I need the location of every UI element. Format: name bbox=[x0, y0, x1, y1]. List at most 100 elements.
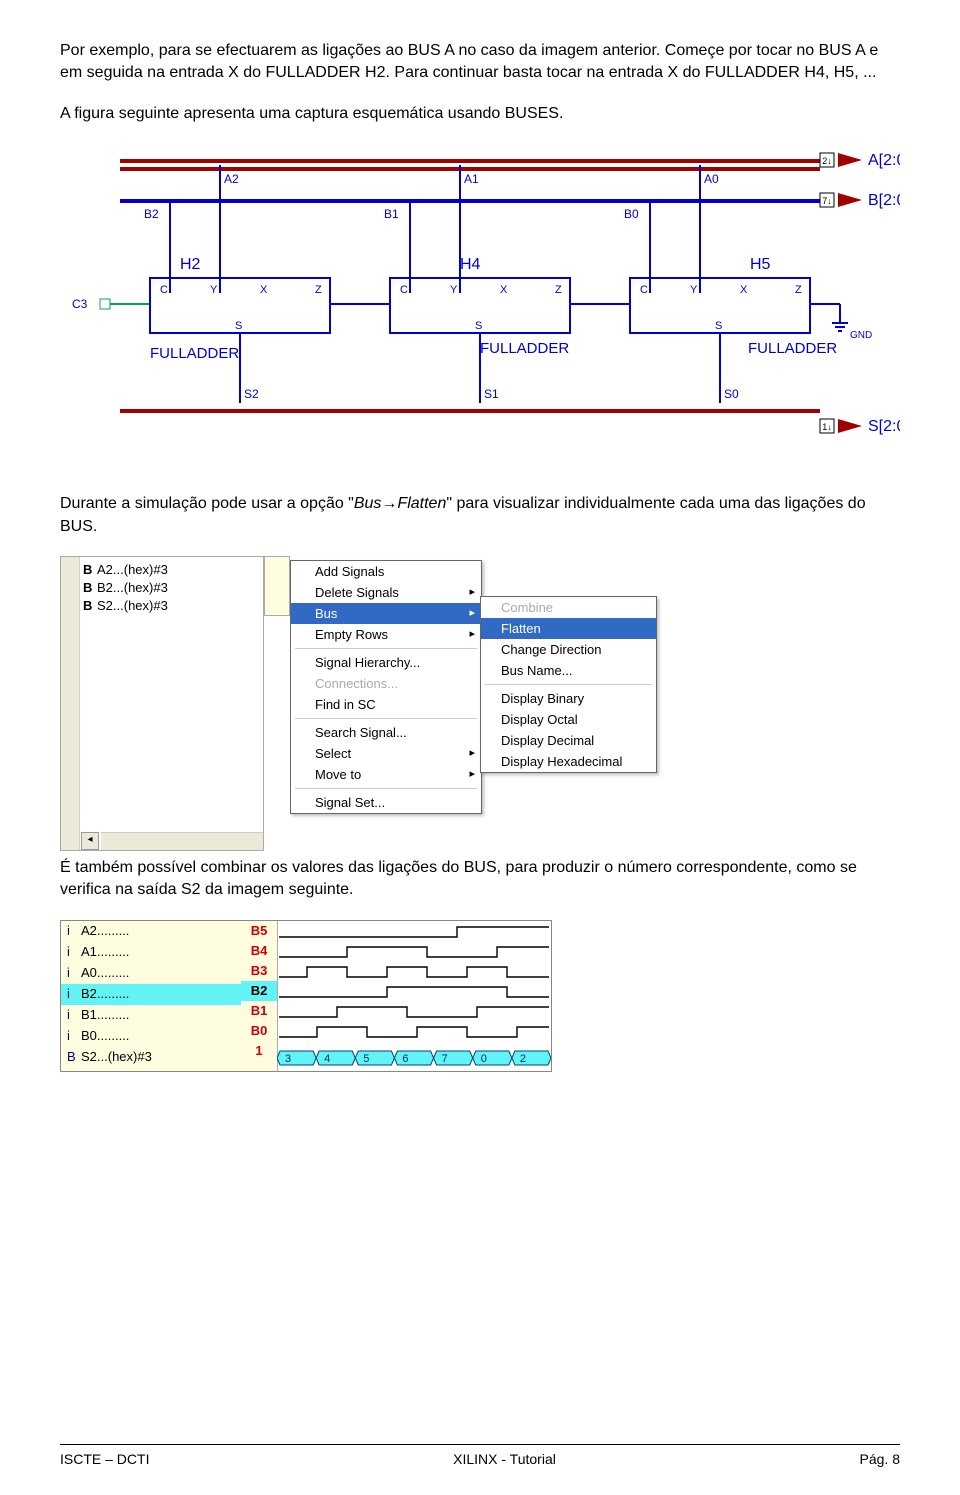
menu-item[interactable]: Delete Signals▸ bbox=[291, 582, 481, 603]
waveform-screenshot: iA2.........iA1.........iA0.........iB2.… bbox=[60, 920, 552, 1072]
signal-row[interactable]: BA2...(hex)#3 bbox=[83, 561, 259, 579]
svg-text:H5: H5 bbox=[750, 256, 771, 273]
wave-signal-row[interactable]: iB2......... bbox=[61, 984, 241, 1005]
submenu-item: Combine bbox=[481, 597, 656, 618]
menu-item[interactable]: Search Signal... bbox=[291, 722, 481, 743]
svg-text:S0: S0 bbox=[724, 387, 739, 401]
footer-right: Pág. 8 bbox=[860, 1451, 900, 1467]
wave-value-cell: B2 bbox=[241, 981, 277, 1001]
submenu-item[interactable]: Flatten bbox=[481, 618, 656, 639]
svg-text:4: 4 bbox=[324, 1053, 330, 1065]
context-menu-2[interactable]: CombineFlattenChange DirectionBus Name..… bbox=[480, 596, 657, 773]
wave-signal-row[interactable]: iA0......... bbox=[61, 963, 241, 984]
wave-signal-row[interactable]: iA1......... bbox=[61, 942, 241, 963]
wave-signal-row[interactable]: iB0......... bbox=[61, 1026, 241, 1047]
bus-b-label: B[2:0] bbox=[868, 192, 900, 209]
svg-text:B0: B0 bbox=[624, 207, 639, 221]
paragraph-4: É também possível combinar os valores da… bbox=[60, 857, 900, 902]
block-h2: H2 C Y X Z S FULLADDER bbox=[150, 256, 390, 403]
svg-text:GND: GND bbox=[850, 330, 872, 341]
svg-text:Y: Y bbox=[210, 284, 218, 296]
wave-signal-row[interactable]: iB1......... bbox=[61, 1005, 241, 1026]
svg-text:X: X bbox=[500, 284, 508, 296]
wave-value-cell: B3 bbox=[241, 961, 277, 981]
paragraph-2: A figura seguinte apresenta uma captura … bbox=[60, 103, 900, 125]
svg-text:Z: Z bbox=[555, 284, 562, 296]
svg-text:S2: S2 bbox=[244, 387, 259, 401]
svg-text:Z: Z bbox=[315, 284, 322, 296]
svg-text:7: 7 bbox=[442, 1053, 448, 1065]
menu-item: Connections... bbox=[291, 673, 481, 694]
context-menu-1[interactable]: Add SignalsDelete Signals▸Bus▸Empty Rows… bbox=[290, 560, 482, 814]
wave-value-cell: B0 bbox=[241, 1021, 277, 1041]
menu-item[interactable]: Find in SC bbox=[291, 694, 481, 715]
wave-plot: 3456702 bbox=[277, 921, 551, 1071]
svg-text:A2: A2 bbox=[224, 172, 239, 186]
svg-text:S1: S1 bbox=[484, 387, 499, 401]
signal-row[interactable]: BB2...(hex)#3 bbox=[83, 579, 259, 597]
submenu-item[interactable]: Display Binary bbox=[481, 688, 656, 709]
submenu-item[interactable]: Change Direction bbox=[481, 639, 656, 660]
bus-s-label: S[2:0] bbox=[868, 418, 900, 435]
paragraph-1: Por exemplo, para se efectuarem as ligaç… bbox=[60, 40, 900, 85]
svg-text:Y: Y bbox=[690, 284, 698, 296]
svg-text:A0: A0 bbox=[704, 172, 719, 186]
svg-text:A1: A1 bbox=[464, 172, 479, 186]
signal-list-panel: BA2...(hex)#3BB2...(hex)#3BS2...(hex)#3 … bbox=[60, 556, 264, 851]
footer-center: XILINX - Tutorial bbox=[453, 1451, 556, 1467]
svg-text:FULLADDER: FULLADDER bbox=[150, 345, 239, 362]
svg-text:C: C bbox=[640, 284, 648, 296]
wave-value-cell: 1 bbox=[241, 1041, 277, 1061]
svg-text:2: 2 bbox=[520, 1053, 526, 1065]
paragraph-3: Durante a simulação pode usar a opção "B… bbox=[60, 493, 900, 538]
submenu-item[interactable]: Display Octal bbox=[481, 709, 656, 730]
svg-text:6: 6 bbox=[402, 1053, 408, 1065]
menu-item[interactable]: Empty Rows▸ bbox=[291, 624, 481, 645]
svg-text:C: C bbox=[160, 284, 168, 296]
svg-text:B2: B2 bbox=[144, 207, 159, 221]
svg-text:1↓: 1↓ bbox=[822, 422, 832, 432]
wave-value-cell: B4 bbox=[241, 941, 277, 961]
wave-signal-names: iA2.........iA1.........iA0.........iB2.… bbox=[61, 921, 242, 1071]
menu-item[interactable]: Signal Set... bbox=[291, 792, 481, 813]
block-h5: H5 C Y X Z S FULLADDER GND bbox=[630, 256, 872, 403]
svg-text:7↓: 7↓ bbox=[822, 196, 832, 206]
menu-screenshot: BA2...(hex)#3BB2...(hex)#3BS2...(hex)#3 … bbox=[60, 556, 660, 851]
svg-text:H4: H4 bbox=[460, 256, 481, 273]
wave-value-cell: B1 bbox=[241, 1001, 277, 1021]
svg-text:3: 3 bbox=[285, 1053, 291, 1065]
submenu-item[interactable]: Bus Name... bbox=[481, 660, 656, 681]
wave-signal-row[interactable]: BS2...(hex)#3 bbox=[61, 1047, 241, 1068]
footer-left: ISCTE – DCTI bbox=[60, 1451, 149, 1467]
page-footer: ISCTE – DCTI XILINX - Tutorial Pág. 8 bbox=[60, 1444, 900, 1467]
menu-item[interactable]: Add Signals bbox=[291, 561, 481, 582]
svg-text:B1: B1 bbox=[384, 207, 399, 221]
menu-item[interactable]: Move to▸ bbox=[291, 764, 481, 785]
schematic-figure: 2↓ A[2:0] 7↓ B[2:0] A2 A1 A0 B2 B bbox=[60, 143, 900, 463]
svg-text:Y: Y bbox=[450, 284, 458, 296]
scroll-left-icon[interactable]: ◂ bbox=[81, 832, 99, 850]
svg-text:FULLADDER: FULLADDER bbox=[480, 340, 569, 357]
menu-item[interactable]: Bus▸ bbox=[291, 603, 481, 624]
svg-text:S: S bbox=[235, 320, 242, 332]
submenu-item[interactable]: Display Hexadecimal bbox=[481, 751, 656, 772]
svg-text:H2: H2 bbox=[180, 256, 201, 273]
wave-signal-row[interactable]: iA2......... bbox=[61, 921, 241, 942]
svg-text:X: X bbox=[740, 284, 748, 296]
bus-a-label: A[2:0] bbox=[868, 152, 900, 169]
menu-item[interactable]: Signal Hierarchy... bbox=[291, 652, 481, 673]
menu-item[interactable]: Select▸ bbox=[291, 743, 481, 764]
svg-text:Z: Z bbox=[795, 284, 802, 296]
scrollbar[interactable] bbox=[101, 832, 263, 850]
svg-text:C: C bbox=[400, 284, 408, 296]
wave-values: B5B4B3B2B1B01 bbox=[241, 921, 278, 1071]
signal-row[interactable]: BS2...(hex)#3 bbox=[83, 597, 259, 615]
submenu-item[interactable]: Display Decimal bbox=[481, 730, 656, 751]
svg-text:2↓: 2↓ bbox=[822, 156, 832, 166]
svg-text:0: 0 bbox=[481, 1053, 487, 1065]
block-h4: H4 C Y X Z S FULLADDER bbox=[390, 256, 630, 403]
svg-text:C3: C3 bbox=[72, 297, 88, 311]
svg-text:FULLADDER: FULLADDER bbox=[748, 340, 837, 357]
svg-text:X: X bbox=[260, 284, 268, 296]
wave-value-cell: B5 bbox=[241, 921, 277, 941]
